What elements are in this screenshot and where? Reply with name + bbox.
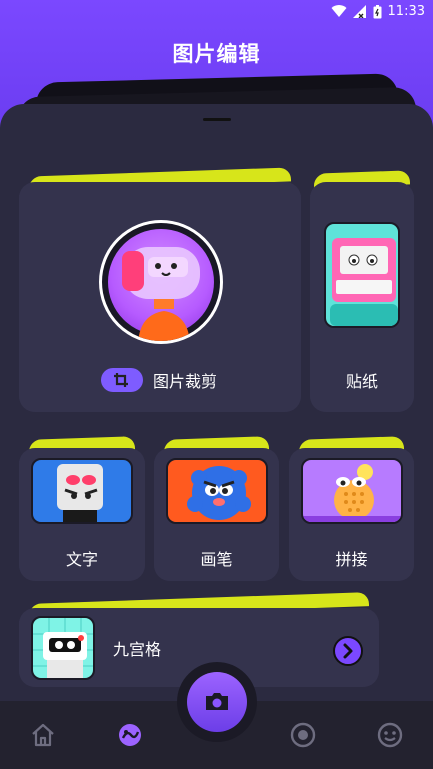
brush-tool-label: 画笔	[200, 550, 233, 569]
page-title: 图片编辑	[172, 42, 261, 66]
collage-tool-label: 拼接	[335, 550, 368, 569]
crop-icon-chip	[101, 368, 143, 392]
signal-icon	[352, 5, 366, 18]
grid-tool-label: 九宫格	[113, 640, 162, 659]
sticker-tool-card[interactable]: 贴纸	[310, 170, 414, 412]
camera-icon	[206, 693, 228, 710]
sheet-handle[interactable]	[203, 118, 231, 121]
wifi-icon	[331, 5, 347, 18]
nav-editor[interactable]	[117, 722, 143, 748]
crop-illustration	[99, 220, 223, 344]
sticker-tool-label: 贴纸	[345, 372, 378, 391]
text-tool-label: 文字	[65, 550, 98, 569]
smiley-icon	[377, 722, 403, 748]
battery-icon	[373, 4, 382, 18]
record-icon	[290, 722, 316, 748]
sticker-thumbnail	[324, 222, 400, 328]
collage-thumbnail	[301, 458, 403, 524]
crop-tool-card[interactable]: 图片裁剪	[19, 167, 301, 412]
brush-tool-card[interactable]: 画笔	[154, 436, 279, 581]
text-tool-card[interactable]: 文字	[19, 436, 145, 581]
crop-icon	[114, 373, 128, 387]
nav-sticker[interactable]	[377, 722, 403, 748]
brush-thumbnail	[166, 458, 268, 524]
status-bar: 11:33	[0, 0, 433, 24]
grid-thumbnail	[31, 616, 95, 680]
nav-home[interactable]	[30, 722, 56, 748]
chevron-right-icon	[343, 643, 353, 659]
nav-record[interactable]	[290, 722, 316, 748]
collage-tool-card[interactable]: 拼接	[289, 436, 414, 581]
app-screen: 11:33 图片编辑 图片裁剪 贴纸 文字 画笔 拼接 九宫格	[0, 0, 433, 769]
camera-button[interactable]	[187, 672, 247, 732]
editor-icon	[119, 724, 141, 746]
home-icon	[32, 723, 54, 747]
crop-tool-label: 图片裁剪	[153, 372, 218, 391]
grid-go-button[interactable]	[333, 636, 363, 666]
status-time: 11:33	[387, 4, 425, 19]
text-thumbnail	[31, 458, 133, 524]
